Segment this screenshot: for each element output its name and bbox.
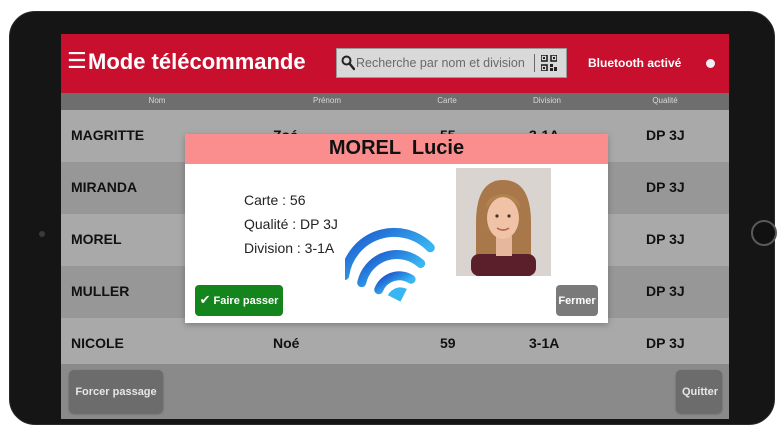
cell-carte: 59: [440, 335, 456, 351]
qr-code-icon[interactable]: [541, 55, 557, 71]
search-input[interactable]: [356, 53, 532, 73]
column-header-prenom: Prénom: [312, 96, 341, 105]
menu-icon[interactable]: ☰: [67, 51, 87, 73]
student-quality: Qualité : DP 3J: [244, 216, 338, 232]
column-header-qualite: Qualité: [652, 96, 678, 105]
card-number: Carte : 56: [244, 192, 306, 208]
pass-button-label: Faire passer: [213, 294, 279, 307]
cell-division: 3-1A: [529, 335, 560, 351]
bluetooth-indicator-icon: [706, 59, 715, 68]
student-division: Division : 3-1A: [244, 240, 335, 256]
camera-dot: [39, 231, 45, 237]
force-passage-button[interactable]: Forcer passage: [69, 370, 163, 413]
dialog-header: MOREL Lucie: [185, 134, 608, 164]
student-photo: [456, 168, 551, 276]
cell-prenom: Noé: [273, 335, 300, 351]
cell-nom: NICOLE: [71, 335, 124, 351]
column-header-division: Division: [532, 96, 561, 105]
search-box[interactable]: [336, 48, 567, 78]
pass-button[interactable]: ✔ Faire passer: [195, 285, 283, 316]
cell-qualite: DP 3J: [646, 231, 685, 247]
close-button[interactable]: Fermer: [556, 285, 598, 316]
bluetooth-status: Bluetooth activé: [588, 56, 682, 70]
cell-qualite: DP 3J: [646, 283, 685, 299]
cell-qualite: DP 3J: [646, 179, 685, 195]
cell-nom: MAGRITTE: [71, 127, 145, 143]
app-header: ☰ Mode télécommande Bluetooth activé: [61, 34, 729, 93]
check-icon: ✔: [199, 293, 211, 308]
quit-button[interactable]: Quitter: [676, 370, 722, 413]
home-button[interactable]: [751, 220, 777, 246]
column-header-carte: Carte: [437, 96, 457, 105]
cell-nom: MOREL: [71, 231, 122, 247]
dialog-title: MOREL Lucie: [328, 137, 465, 159]
wifi-signal-icon: [345, 227, 435, 302]
cell-nom: MIRANDA: [71, 179, 138, 195]
student-dialog: MOREL Lucie Carte : 56 Qualité : DP 3J D…: [185, 134, 608, 323]
cell-qualite: DP 3J: [646, 335, 685, 351]
page-title: Mode télécommande: [88, 49, 306, 74]
column-header-nom: Nom: [148, 96, 166, 105]
table-header: Nom Prénom Carte Division Qualité: [61, 93, 729, 110]
search-icon: [341, 55, 355, 71]
search-divider: [534, 54, 535, 72]
app-screen: ☰ Mode télécommande Bluetooth activé: [61, 34, 729, 419]
cell-nom: MULLER: [71, 283, 130, 299]
cell-qualite: DP 3J: [646, 127, 685, 143]
table-row[interactable]: NICOLE Noé 59 3-1A DP 3J: [61, 318, 729, 370]
